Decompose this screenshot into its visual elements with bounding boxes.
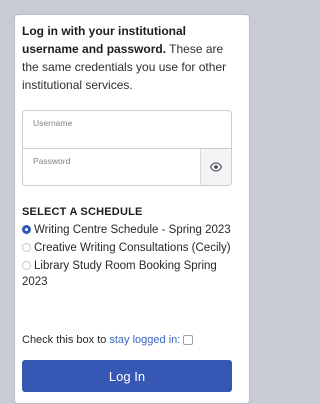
schedule-option-label: Library Study Room Booking Spring 2023 <box>22 260 217 288</box>
schedule-option-library-room[interactable]: Library Study Room Booking Spring 2023 <box>22 258 236 290</box>
stay-logged-in-checkbox[interactable] <box>183 335 194 345</box>
eye-icon <box>210 162 222 172</box>
schedule-option-label: Writing Centre Schedule - Spring 2023 <box>34 224 231 236</box>
password-field-wrapper: Password <box>23 148 231 185</box>
schedule-option-creative-writing[interactable]: Creative Writing Consultations (Cecily) <box>22 240 236 256</box>
schedule-option-writing-centre[interactable]: Writing Centre Schedule - Spring 2023 <box>22 222 236 238</box>
show-password-button[interactable] <box>200 149 231 185</box>
radio-library-room[interactable] <box>22 261 31 270</box>
radio-writing-centre[interactable] <box>22 225 31 234</box>
username-input[interactable] <box>23 111 231 148</box>
radio-creative-writing[interactable] <box>22 243 31 252</box>
login-instructions-bold: Log in with your institutional username … <box>22 24 186 56</box>
login-button[interactable]: Log In <box>22 360 232 392</box>
stay-logged-in-link[interactable]: stay logged in: <box>109 334 180 346</box>
username-field-wrapper: Username <box>23 111 231 148</box>
stay-logged-in-prefix: Check this box to <box>22 334 107 346</box>
schedule-option-label: Creative Writing Consultations (Cecily) <box>34 242 231 254</box>
schedule-options: Writing Centre Schedule - Spring 2023 Cr… <box>22 222 236 292</box>
schedule-heading: SELECT A SCHEDULE <box>22 206 143 218</box>
stay-logged-in-row: Check this box to stay logged in: <box>22 334 194 346</box>
credentials-group: Username Password <box>22 110 232 186</box>
login-instructions: Log in with your institutional username … <box>22 22 234 94</box>
